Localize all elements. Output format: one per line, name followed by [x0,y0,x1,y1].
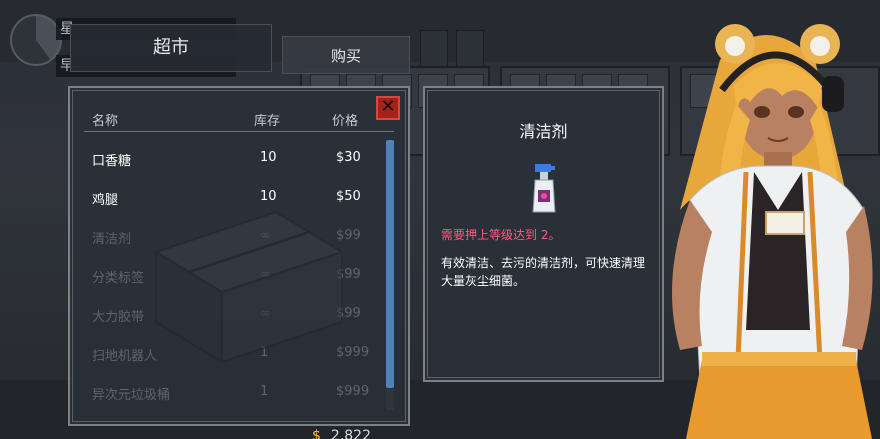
spray-bottle-icon [532,164,556,213]
item-price: $99 [336,306,361,321]
item-name: 分类标签 [92,271,145,286]
item-stock: 1 [260,345,269,360]
item-detail-title: 清洁剂 [519,122,568,141]
list-item[interactable]: 鸡腿 10 $50 [70,175,390,214]
item-requirement: 需要押上等级达到 2。 [441,228,561,242]
column-header-name: 名称 [92,114,119,129]
money-display: $2,822 [312,428,371,439]
close-icon: ✕ [380,96,396,117]
item-stock: 10 [260,150,277,165]
column-header-price: 价格 [332,114,359,129]
item-name: 异次元垃圾桶 [92,388,171,403]
list-item[interactable]: 清洁剂 ∞ $99 [70,214,390,253]
item-price: $99 [336,267,361,282]
item-name: 扫地机器人 [92,349,158,364]
currency-symbol: $ [312,428,321,439]
column-header-stock: 库存 [254,114,281,129]
item-price: $99 [336,228,361,243]
item-price: $999 [336,384,370,399]
item-stock: ∞ [260,267,271,282]
list-item[interactable]: 口香糖 10 $30 [70,136,390,175]
item-price: $50 [336,189,361,204]
tab-supermarket[interactable]: 超市 [70,24,272,72]
item-rows: 口香糖 10 $30 鸡腿 10 $50 清洁剂 ∞ $99 分类标签 ∞ $9… [70,136,390,409]
day-clock-icon [10,14,62,66]
list-item[interactable]: 分类标签 ∞ $99 [70,253,390,292]
tab-buy[interactable]: 购买 [282,36,410,74]
item-stock: 1 [260,384,269,399]
item-description: 有效清洁、去污的清洁剂，可快速清理大量灰尘细菌。 [441,256,646,288]
list-scrollbar-thumb[interactable] [386,140,394,388]
list-item[interactable]: 扫地机器人 1 $999 [70,331,390,370]
item-price: $30 [336,150,361,165]
list-item[interactable]: 异次元垃圾桶 1 $999 [70,370,390,409]
item-name: 鸡腿 [92,193,119,208]
window-pane [456,30,484,70]
item-name: 口香糖 [92,154,132,169]
close-button[interactable]: ✕ [376,96,400,120]
item-stock: ∞ [260,228,271,243]
shop-item-list: 名称 库存 价格 ✕ 口香糖 10 $30 鸡腿 10 $50 清洁剂 ∞ $9… [68,86,410,426]
item-name: 清洁剂 [92,232,132,247]
header-divider [84,131,394,132]
item-stock: 10 [260,189,277,204]
item-stock: ∞ [260,306,271,321]
item-name: 大力胶带 [92,310,145,325]
money-amount: 2,822 [330,428,372,439]
item-price: $999 [336,345,370,360]
list-item[interactable]: 大力胶带 ∞ $99 [70,292,390,331]
window-pane [420,30,448,70]
item-detail-panel: 清洁剂 需要押上等级达到 2。 有效清洁、去污的清洁剂，可快速清理大量灰尘细菌。 [423,86,664,382]
shopkeeper-character [672,24,873,439]
